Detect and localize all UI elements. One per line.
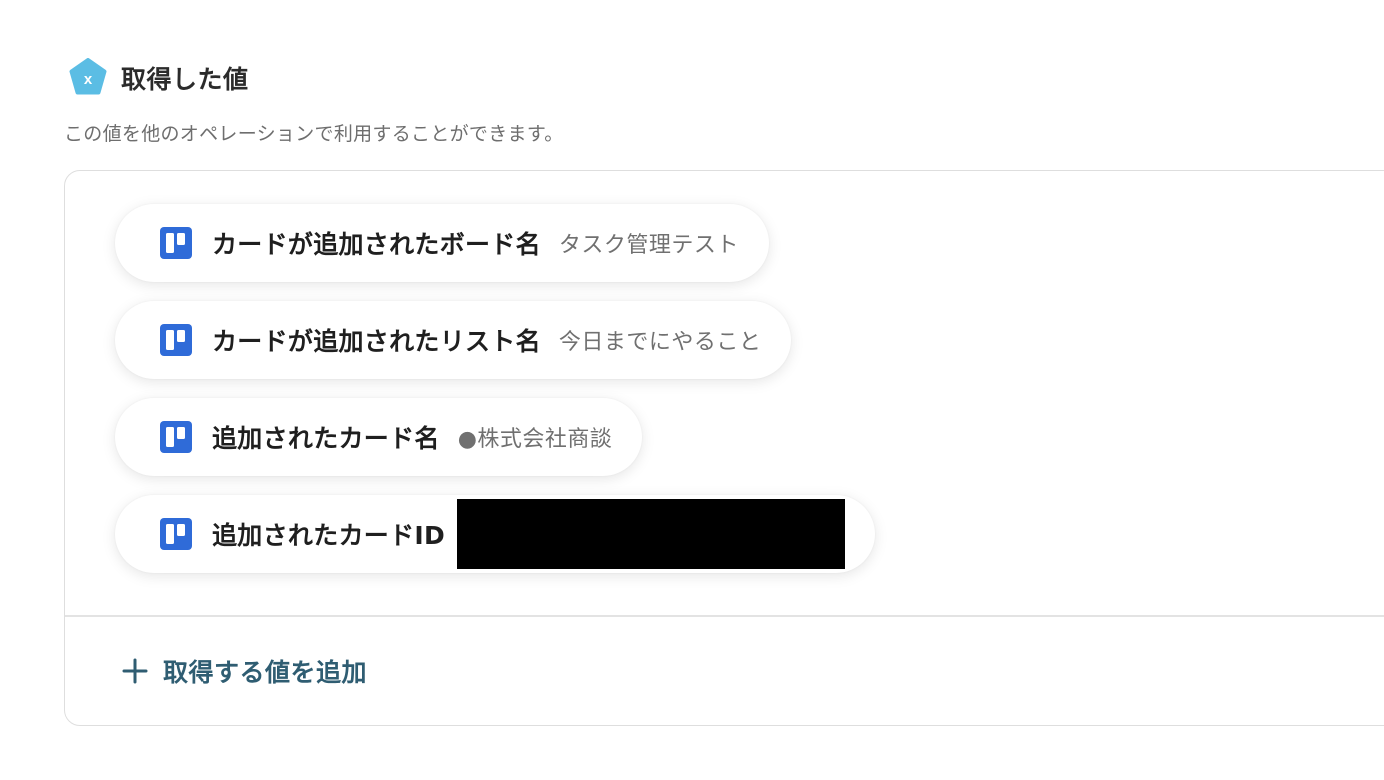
section-title: 取得した値 — [121, 65, 249, 94]
section-description: この値を他のオペレーションで利用することができます。 — [64, 123, 564, 145]
svg-text:x: x — [84, 71, 93, 88]
redacted-value — [457, 499, 846, 569]
value-text: ●株式会社商談 — [457, 427, 613, 452]
variable-x-icon: x — [69, 58, 107, 95]
value-item-list-name[interactable]: カードが追加されたリスト名 今日までにやること — [115, 301, 792, 379]
plus-icon — [122, 658, 148, 684]
value-label: 追加されたカードID — [212, 521, 446, 550]
value-item-card-name[interactable]: 追加されたカード名 ●株式会社商談 — [115, 398, 643, 476]
values-panel: カードが追加されたボード名 タスク管理テスト カードが追加されたリスト名 今日ま… — [64, 170, 1384, 726]
trello-icon — [160, 518, 192, 550]
value-item-board-name[interactable]: カードが追加されたボード名 タスク管理テスト — [115, 204, 769, 282]
trello-icon — [160, 421, 192, 453]
value-text: 今日までにやること — [558, 330, 762, 355]
value-label: 追加されたカード名 — [212, 424, 440, 453]
add-value-label: 取得する値を追加 — [163, 658, 368, 687]
value-item-card-id[interactable]: 追加されたカードID — [115, 495, 876, 573]
add-value-button[interactable]: 取得する値を追加 — [121, 649, 367, 693]
value-label: カードが追加されたリスト名 — [212, 327, 541, 356]
value-label: カードが追加されたボード名 — [212, 230, 541, 259]
section-header: x 取得した値 — [68, 58, 249, 98]
trello-icon — [160, 227, 192, 259]
value-text: タスク管理テスト — [558, 233, 739, 258]
trello-icon — [160, 324, 192, 356]
divider — [65, 615, 1384, 617]
